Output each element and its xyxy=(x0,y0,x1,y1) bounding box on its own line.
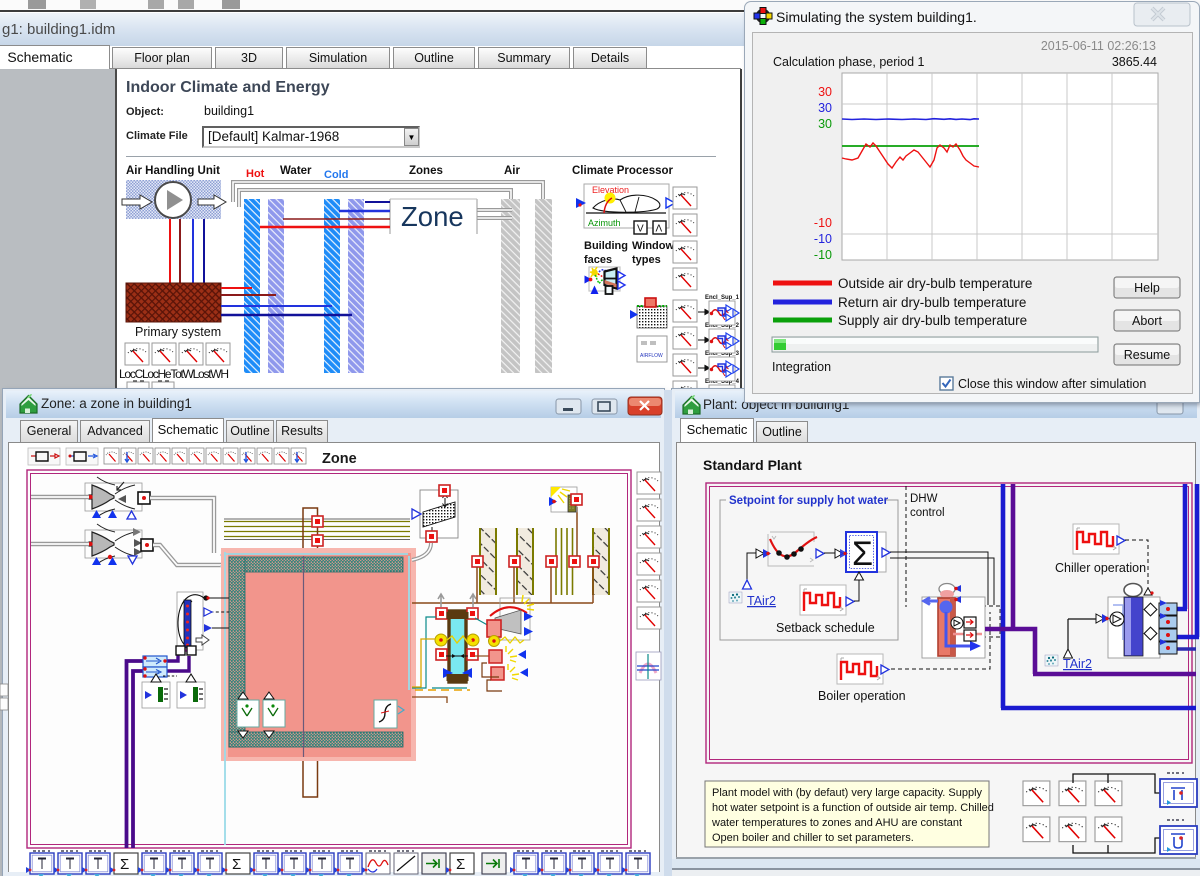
svg-text:30: 30 xyxy=(818,101,832,115)
svg-text:Supply air dry-bulb temperatur: Supply air dry-bulb temperature xyxy=(838,313,1027,328)
svg-text:Simulating the system building: Simulating the system building1. xyxy=(776,9,977,25)
svg-text:-10: -10 xyxy=(814,232,832,246)
svg-text:Calculation phase, period 1: Calculation phase, period 1 xyxy=(773,55,925,69)
svg-text:-10: -10 xyxy=(814,248,832,262)
svg-text:Abort: Abort xyxy=(1132,314,1162,328)
svg-text:Return air dry-bulb temperatur: Return air dry-bulb temperature xyxy=(838,295,1026,310)
svg-text:30: 30 xyxy=(818,85,832,99)
svg-text:Integration: Integration xyxy=(772,360,831,374)
svg-text:Close this window after simula: Close this window after simulation xyxy=(958,377,1146,391)
svg-text:Resume: Resume xyxy=(1124,348,1171,362)
svg-text:-10: -10 xyxy=(814,216,832,230)
svg-text:Help: Help xyxy=(1134,281,1160,295)
svg-text:2015-06-11 02:26:13: 2015-06-11 02:26:13 xyxy=(1041,39,1156,53)
svg-text:30: 30 xyxy=(818,117,832,131)
svg-text:3865.44: 3865.44 xyxy=(1112,55,1157,69)
svg-text:Outside air dry-bulb temperatu: Outside air dry-bulb temperature xyxy=(838,276,1032,291)
